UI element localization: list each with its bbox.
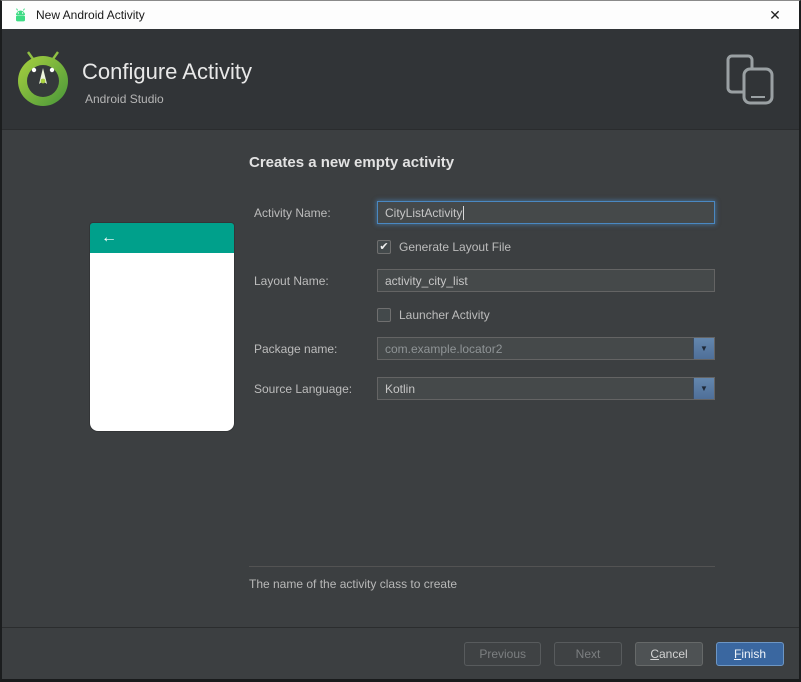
package-name-label: Package name: bbox=[254, 342, 338, 356]
wizard-title: Configure Activity bbox=[82, 59, 252, 84]
hint-divider bbox=[249, 566, 715, 567]
wizard-footer: Previous Next Cancel Finish bbox=[2, 627, 799, 679]
finish-button[interactable]: Finish bbox=[716, 642, 784, 666]
back-arrow-icon: ← bbox=[101, 229, 117, 246]
previous-button[interactable]: Previous bbox=[464, 642, 541, 666]
generate-layout-row: ✔ Generate Layout File bbox=[377, 240, 511, 254]
android-app-icon bbox=[16, 7, 25, 21]
dropdown-arrow-icon: ▼ bbox=[700, 344, 708, 353]
activity-preview: ← bbox=[90, 223, 234, 431]
check-icon: ✔ bbox=[379, 240, 389, 253]
cancel-rest: ancel bbox=[658, 647, 688, 661]
launcher-activity-row: Launcher Activity bbox=[377, 308, 490, 322]
hint-text: The name of the activity class to create bbox=[249, 577, 458, 591]
finish-rest: inish bbox=[741, 647, 767, 661]
source-language-label: Source Language: bbox=[254, 382, 353, 396]
preview-screen bbox=[90, 253, 234, 431]
android-studio-logo bbox=[18, 51, 68, 106]
close-icon[interactable]: ✕ bbox=[761, 3, 789, 27]
activity-name-value: CityListActivity bbox=[385, 205, 463, 220]
package-name-combobox[interactable]: com.example.locator2 ▼ bbox=[377, 337, 715, 360]
launcher-activity-label[interactable]: Launcher Activity bbox=[399, 308, 490, 322]
wizard-header: Configure Activity Android Studio bbox=[2, 29, 799, 130]
cancel-mnemonic: C bbox=[650, 647, 659, 661]
devices-icon bbox=[726, 54, 774, 105]
wizard-subtitle: Android Studio bbox=[85, 92, 164, 106]
cancel-button[interactable]: Cancel bbox=[635, 642, 703, 666]
wizard-body: Creates a new empty activity ← Activity … bbox=[2, 131, 799, 627]
generate-layout-label[interactable]: Generate Layout File bbox=[399, 240, 511, 254]
button-row: Previous Next Cancel Finish bbox=[464, 642, 784, 666]
next-button[interactable]: Next bbox=[554, 642, 622, 666]
text-caret bbox=[463, 205, 465, 220]
dropdown-arrow-icon: ▼ bbox=[700, 384, 708, 393]
source-language-value: Kotlin bbox=[385, 381, 416, 396]
window-titlebar[interactable]: New Android Activity ✕ bbox=[2, 1, 799, 29]
generate-layout-checkbox[interactable]: ✔ bbox=[377, 240, 391, 254]
layout-name-value: activity_city_list bbox=[385, 273, 468, 288]
source-language-combobox[interactable]: Kotlin ▼ bbox=[377, 377, 715, 400]
preview-appbar: ← bbox=[90, 223, 234, 253]
next-button-label: Next bbox=[575, 647, 601, 661]
window-title: New Android Activity bbox=[36, 8, 145, 22]
previous-button-label: Previous bbox=[479, 647, 526, 661]
layout-name-input[interactable]: activity_city_list bbox=[377, 269, 715, 292]
new-android-activity-dialog: New Android Activity ✕ Configure Activit… bbox=[0, 0, 801, 682]
package-name-dropdown-button[interactable]: ▼ bbox=[693, 338, 714, 359]
launcher-activity-checkbox[interactable] bbox=[377, 308, 391, 322]
activity-name-input[interactable]: CityListActivity bbox=[377, 201, 715, 224]
page-title: Creates a new empty activity bbox=[249, 154, 455, 171]
activity-name-label: Activity Name: bbox=[254, 206, 331, 220]
package-name-value: com.example.locator2 bbox=[385, 341, 503, 356]
layout-name-label: Layout Name: bbox=[254, 274, 329, 288]
source-language-dropdown-button[interactable]: ▼ bbox=[693, 378, 714, 399]
